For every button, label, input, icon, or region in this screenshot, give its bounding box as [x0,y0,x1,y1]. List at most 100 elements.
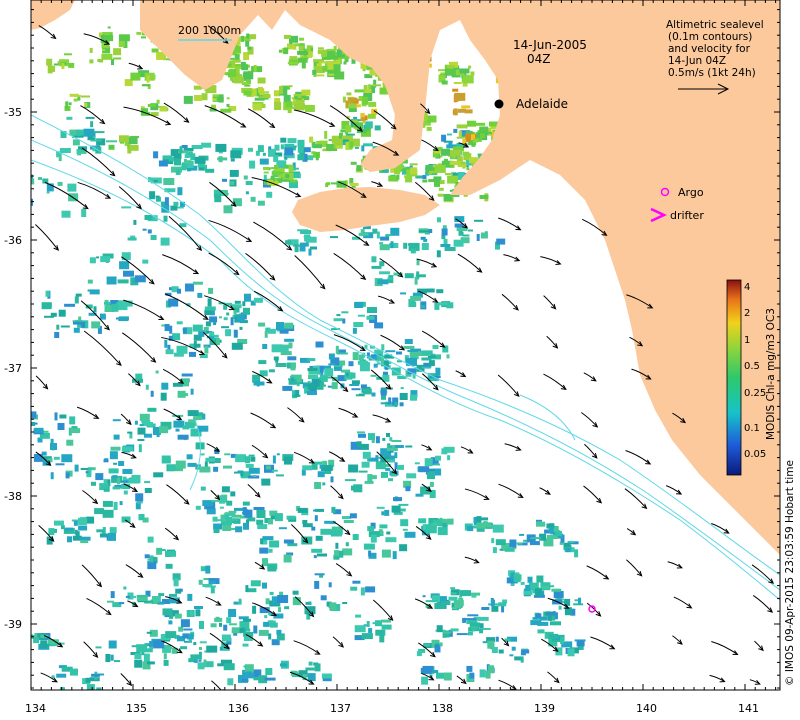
x-tick-label: 139 [534,702,555,715]
colorbar [726,279,742,476]
chl-pixel [245,456,250,464]
chl-pixel [350,586,358,591]
chl-pixel [313,144,322,149]
chl-pixel [147,536,154,543]
chl-pixel [302,523,313,528]
chl-pixel [65,472,70,479]
chl-pixel [397,464,404,470]
chl-pixel [194,606,203,609]
chl-pixel [127,431,133,434]
chl-pixel [257,524,268,530]
chl-pixel [147,407,157,412]
chl-pixel [236,315,245,323]
chl-pixel [481,607,490,610]
chl-pixel [252,103,262,111]
chl-pixel [423,238,428,242]
chl-pixel [362,388,372,395]
chl-pixel [441,134,447,142]
colorbar-tick: 0.05 [744,449,766,460]
chl-pixel [409,163,418,166]
chl-pixel [437,193,444,197]
chl-pixel [400,387,404,390]
chl-pixel [269,622,278,628]
chl-pixel [554,530,562,536]
chl-pixel [102,49,105,52]
chl-pixel [422,179,428,183]
chl-pixel [365,586,376,593]
chl-pixel [314,663,321,672]
chl-pixel [456,136,464,139]
chl-pixel [173,201,179,206]
chl-pixel [145,384,149,390]
chl-pixel [401,169,407,172]
chl-pixel [204,345,209,354]
chl-pixel [158,593,165,597]
chl-pixel [46,58,53,66]
chl-pixel [165,631,177,639]
chl-pixel [226,312,230,316]
chl-pixel [440,244,451,247]
chl-pixel [443,194,453,201]
chl-pixel [134,659,143,668]
argo-legend-label: Argo [678,186,704,199]
chl-pixel [404,339,413,344]
chl-pixel [349,182,359,186]
chl-pixel [425,600,437,603]
chl-pixel [550,621,561,626]
chl-pixel [110,446,121,451]
chl-pixel [246,671,252,674]
chl-pixel [250,456,256,462]
chl-pixel [85,677,91,683]
chl-pixel [484,231,488,236]
chl-pixel [307,673,316,682]
chl-pixel [223,205,233,214]
chl-pixel [379,271,391,275]
chlorophyll-map: 200 1000m 14-Jun-2005 04Z Adelaide Altim… [4,0,796,715]
chl-pixel [414,462,420,465]
chl-pixel [394,445,404,448]
chl-pixel [313,555,317,559]
chl-pixel [375,461,386,470]
chl-pixel [225,514,230,523]
chl-pixel [273,90,280,97]
chl-pixel [325,183,329,188]
y-tick-label: -35 [4,106,22,119]
chl-pixel [222,178,227,182]
chl-pixel [86,684,95,690]
chl-pixel [183,95,193,104]
chl-pixel [96,138,106,146]
chl-pixel [234,471,242,474]
chl-pixel [375,436,380,444]
chl-pixel [367,475,377,480]
chl-pixel [363,143,373,147]
chl-pixel [84,102,88,107]
chl-pixel [274,144,280,151]
chl-pixel [331,506,336,513]
chl-pixel [364,480,374,484]
chl-pixel [328,353,335,360]
y-tick-label: -36 [4,234,22,247]
chl-pixel [70,668,78,676]
chl-pixel [128,137,138,144]
chl-pixel [68,62,75,68]
x-tick-label: 138 [432,702,453,715]
city-label: Adelaide [516,97,568,111]
chl-pixel [519,533,525,536]
chl-pixel [285,101,293,108]
chl-pixel [20,204,30,208]
chl-pixel [479,669,486,678]
chl-pixel [160,237,170,246]
chl-pixel [374,125,381,131]
chl-pixel [114,660,120,663]
chl-pixel [410,248,416,254]
chl-pixel [249,160,256,169]
chl-pixel [328,582,332,588]
chl-pixel [477,616,489,621]
chl-pixel [324,130,328,139]
chl-pixel [57,181,63,186]
chl-pixel [106,276,117,285]
chl-pixel [274,165,278,167]
chl-pixel [437,217,441,223]
chl-pixel [128,478,140,484]
chl-pixel [228,510,237,513]
